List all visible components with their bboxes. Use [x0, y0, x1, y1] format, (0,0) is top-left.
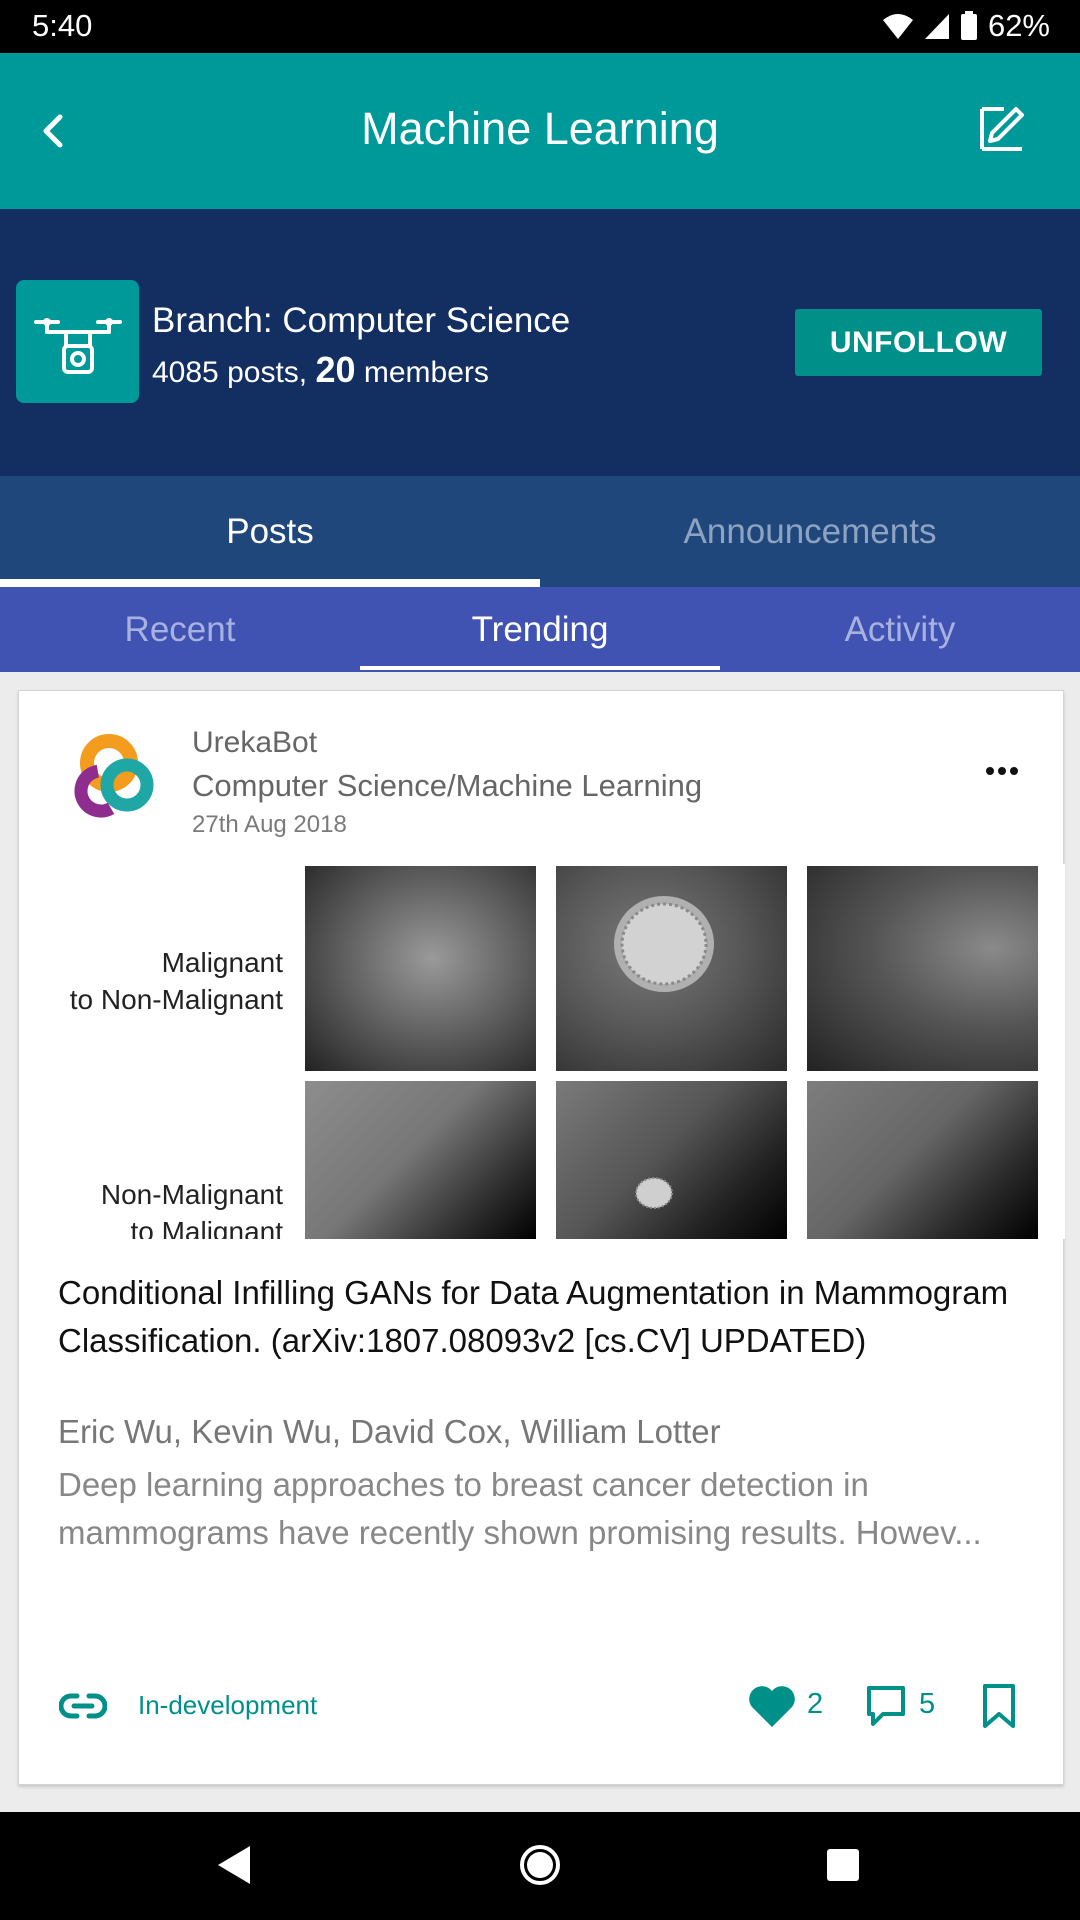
tab-announcements[interactable]: Announcements [540, 476, 1080, 587]
tab-activity[interactable]: Activity [720, 587, 1080, 672]
more-options-icon[interactable] [982, 761, 1022, 781]
post-date: 27th Aug 2018 [192, 811, 347, 838]
comment-icon[interactable] [865, 1684, 907, 1728]
edit-icon[interactable] [976, 103, 1028, 155]
page-title: Machine Learning [361, 103, 719, 154]
tab-trending[interactable]: Trending [360, 587, 720, 672]
nav-back-icon[interactable] [210, 1840, 260, 1890]
lesion-mark [635, 1177, 673, 1209]
drone-icon [33, 317, 122, 374]
mammogram-panel [807, 1081, 1038, 1239]
figure-row2-label: Non-Malignant to Malignant [100, 1179, 283, 1239]
battery-level: 62% [987, 8, 1050, 43]
post-card[interactable]: UrekaBot Computer Science/Machine Learni… [18, 690, 1065, 1785]
signal-icon [924, 14, 949, 39]
tab-recent[interactable]: Recent [0, 587, 360, 672]
link-icon[interactable] [59, 1686, 107, 1726]
lesion-mark [614, 896, 714, 992]
post-image[interactable]: Malignant to Non-Malignant Non-Malignant… [43, 864, 1065, 1239]
post-footer: In-development 2 5 [19, 1676, 1063, 1736]
figure-row1-label: Malignant to Non-Malignant [69, 947, 283, 1015]
bookmark-icon[interactable] [979, 1682, 1019, 1730]
status-icons: 62% [882, 8, 1050, 44]
status-bar: 5:40 62% [0, 0, 1080, 53]
branch-stats: 4085 posts, 20 members [152, 349, 489, 391]
members-label: members [363, 356, 489, 389]
branch-logo [16, 280, 139, 403]
tab-posts[interactable]: Posts [0, 476, 540, 587]
status-time: 5:40 [32, 8, 93, 43]
heart-icon[interactable] [747, 1681, 797, 1729]
post-title[interactable]: Conditional Infilling GANs for Data Augm… [58, 1269, 1028, 1365]
branch-header: Branch: Computer Science 4085 posts, 20 … [0, 209, 1080, 476]
mammogram-panel [305, 866, 536, 1071]
main-tabs: Posts Announcements [0, 476, 1080, 587]
mammogram-panel [556, 866, 787, 1071]
post-excerpt: Deep learning approaches to breast cance… [58, 1466, 982, 1551]
post-author[interactable]: UrekaBot [192, 726, 317, 760]
battery-icon [960, 11, 977, 40]
wifi-icon [882, 14, 913, 39]
mammogram-panel [305, 1081, 536, 1239]
system-nav-bar [0, 1812, 1080, 1920]
app-bar: Machine Learning [0, 53, 1080, 209]
posts-count: 4085 posts, [152, 356, 308, 389]
branch-name: Branch: Computer Science [152, 301, 571, 340]
post-authors: Eric Wu, Kevin Wu, David Cox, William Lo… [58, 1413, 721, 1450]
subtab-indicator [360, 666, 720, 670]
sub-tabs: Recent Trending Activity [0, 587, 1080, 672]
members-count: 20 [315, 349, 356, 390]
nav-recents-icon[interactable] [818, 1840, 868, 1890]
urekabot-logo-icon [74, 734, 154, 818]
post-category[interactable]: Computer Science/Machine Learning [192, 768, 702, 804]
tab-indicator [0, 579, 540, 587]
status-label[interactable]: In-development [138, 1690, 317, 1721]
likes-count: 2 [807, 1688, 824, 1720]
mammogram-panel [807, 866, 1038, 1071]
nav-home-icon[interactable] [515, 1840, 565, 1890]
comments-count: 5 [919, 1688, 936, 1720]
unfollow-button[interactable]: UNFOLLOW [795, 309, 1042, 376]
mammogram-panel [556, 1081, 787, 1239]
